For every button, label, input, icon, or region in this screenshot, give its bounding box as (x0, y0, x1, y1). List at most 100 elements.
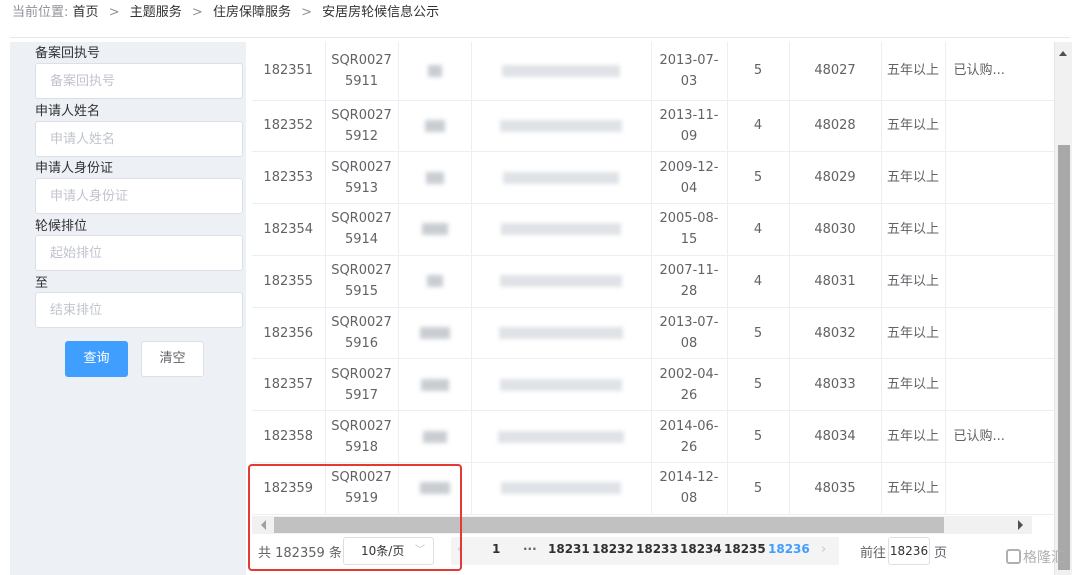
rank-cell: 182358 (252, 410, 326, 464)
date-cell: 2005-08-15 (651, 203, 728, 256)
id-cell-redacted (471, 358, 652, 412)
id-cell-redacted (471, 100, 652, 153)
highlight-annotation-box (248, 464, 462, 571)
receipt-cell: SQR00275917 (325, 358, 399, 412)
applicant-id-input[interactable] (35, 178, 243, 214)
residency-years-cell: 五年以上 (881, 203, 946, 256)
page-number[interactable]: 18232 (592, 542, 634, 556)
sequence-cell: 48029 (789, 151, 882, 205)
breadcrumb: 当前位置: 首页 > 主题服务 > 住房保障服务 > 安居房轮候信息公示 (12, 3, 439, 23)
next-page-icon[interactable]: › (821, 542, 826, 557)
breadcrumb-current-page: 安居房轮候信息公示 (322, 5, 440, 20)
sequence-cell: 48027 (789, 42, 882, 101)
members-cell: 5 (727, 462, 790, 515)
page-number-current[interactable]: 18236 (768, 542, 810, 556)
filter-sidebar: 备案回执号 申请人姓名 申请人身份证 轮候排位 至 (10, 42, 246, 575)
table-row: 182354 SQR00275914 2005-08-15 4 48030 五年以上 (252, 203, 1054, 256)
applicant-id-label: 申请人身份证 (35, 161, 114, 176)
rank-to-label: 至 (35, 276, 49, 291)
date-cell: 2013-07-08 (651, 307, 728, 360)
page-number[interactable]: 18231 (548, 542, 590, 556)
residency-years-cell: 五年以上 (881, 100, 946, 153)
members-cell: 4 (727, 255, 790, 308)
page-unit-label: 页 (934, 546, 948, 561)
breadcrumb-housing-services-link[interactable]: 住房保障服务 (213, 5, 291, 20)
search-button[interactable]: 查询 (65, 341, 128, 377)
members-cell: 4 (727, 203, 790, 256)
sequence-cell: 48032 (789, 307, 882, 360)
breadcrumb-separator: > (191, 5, 203, 20)
receipt-number-input[interactable] (35, 63, 243, 99)
name-cell-redacted (398, 410, 472, 464)
page-ellipsis[interactable]: ··· (523, 542, 537, 556)
status-cell: 已认购... (945, 410, 1054, 464)
members-cell: 5 (727, 358, 790, 412)
id-cell-redacted (471, 255, 652, 308)
goto-page-input[interactable] (888, 537, 930, 565)
table-row: 182355 SQR00275915 2007-11-28 4 48031 五年以上 (252, 255, 1054, 308)
rank-start-input[interactable] (35, 235, 243, 271)
rank-cell: 182351 (252, 42, 326, 101)
date-cell: 2013-07-03 (651, 42, 728, 101)
receipt-cell: SQR00275918 (325, 410, 399, 464)
id-cell-redacted (471, 462, 652, 515)
rank-end-input[interactable] (35, 292, 243, 328)
vertical-scrollbar[interactable] (1054, 42, 1072, 575)
header-divider (10, 37, 1070, 38)
residency-years-cell: 五年以上 (881, 151, 946, 205)
status-cell (945, 462, 1054, 515)
sequence-cell: 48030 (789, 203, 882, 256)
applicant-name-input[interactable] (35, 121, 243, 157)
page-number[interactable]: 18233 (636, 542, 678, 556)
watermark-text: 格隆汇 (1023, 550, 1065, 566)
breadcrumb-prefix: 当前位置: (12, 5, 69, 20)
sequence-cell: 48033 (789, 358, 882, 412)
table-row: 182358 SQR00275918 2014-06-26 5 48034 五年以上 已认购… (252, 410, 1054, 464)
vertical-scroll-thumb[interactable] (1058, 145, 1070, 570)
breadcrumb-home-link[interactable]: 首页 (73, 5, 99, 20)
name-cell-redacted (398, 42, 472, 101)
name-cell-redacted (398, 255, 472, 308)
residency-years-cell: 五年以上 (881, 410, 946, 464)
sequence-cell: 48034 (789, 410, 882, 464)
page-number-first[interactable]: 1 (492, 542, 500, 556)
scroll-right-arrow-icon[interactable] (1018, 520, 1023, 530)
members-cell: 4 (727, 100, 790, 153)
name-cell-redacted (398, 358, 472, 412)
members-cell: 5 (727, 307, 790, 360)
receipt-cell: SQR00275913 (325, 151, 399, 205)
rank-cell: 182353 (252, 151, 326, 205)
status-cell (945, 255, 1054, 308)
receipt-number-label: 备案回执号 (35, 46, 101, 61)
sequence-cell: 48031 (789, 255, 882, 308)
breadcrumb-separator: > (108, 5, 120, 20)
table-row: 182357 SQR00275917 2002-04-26 5 48033 五年以上 (252, 358, 1054, 412)
status-cell: 已认购... (945, 42, 1054, 101)
table-row: 182352 SQR00275912 2013-11-09 4 48028 五年以上 (252, 100, 1054, 153)
members-cell: 5 (727, 42, 790, 101)
members-cell: 5 (727, 410, 790, 464)
scroll-up-arrow-icon[interactable] (1059, 51, 1067, 56)
date-cell: 2013-11-09 (651, 100, 728, 153)
queue-rank-label: 轮候排位 (35, 219, 88, 234)
id-cell-redacted (471, 151, 652, 205)
breadcrumb-separator: > (301, 5, 312, 20)
status-cell (945, 151, 1054, 205)
clear-button[interactable]: 清空 (141, 341, 204, 377)
rank-cell: 182356 (252, 307, 326, 360)
date-cell: 2014-06-26 (651, 410, 728, 464)
receipt-cell: SQR00275915 (325, 255, 399, 308)
results-table: 182351 SQR00275911 2013-07-03 5 48027 五年以上 已认购… (252, 42, 1054, 516)
receipt-cell: SQR00275911 (325, 42, 399, 101)
receipt-cell: SQR00275916 (325, 307, 399, 360)
goto-label: 前往 (860, 546, 887, 561)
breadcrumb-topic-services-link[interactable]: 主题服务 (130, 5, 182, 20)
page-number[interactable]: 18234 (680, 542, 722, 556)
status-cell (945, 307, 1054, 360)
page-number[interactable]: 18235 (724, 542, 766, 556)
status-cell (945, 203, 1054, 256)
watermark-logo-icon (1006, 549, 1021, 564)
rank-cell: 182354 (252, 203, 326, 256)
id-cell-redacted (471, 42, 652, 101)
name-cell-redacted (398, 307, 472, 360)
